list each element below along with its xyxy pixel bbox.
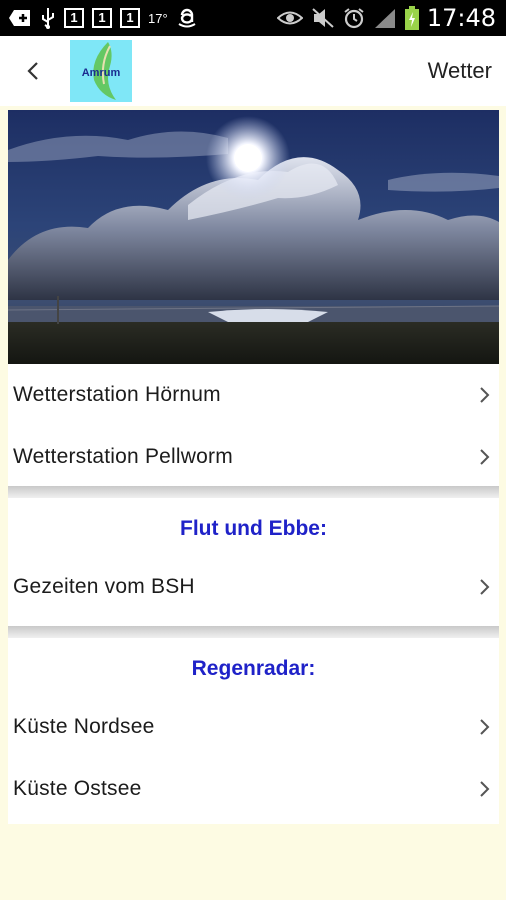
list-item-kueste-ostsee[interactable]: Küste Ostsee (8, 758, 499, 820)
calendar-badge-1: 1 (64, 8, 84, 28)
list-item-label: Küste Ostsee (13, 777, 142, 800)
weather-stations-list: Wetterstation Hörnum Wetterstation Pellw… (8, 364, 499, 486)
battery-charging-icon (404, 6, 419, 30)
section-divider (8, 626, 499, 638)
chevron-right-icon (480, 449, 490, 465)
usb-icon (40, 7, 56, 29)
list-item-gezeiten-bsh[interactable]: Gezeiten vom BSH (8, 556, 499, 618)
calendar-badge-3: 1 (120, 8, 140, 28)
logo-text: Amrum (81, 67, 121, 79)
page-title: Wetter (427, 58, 492, 83)
status-bar: 1 1 1 17° 17:48 (0, 0, 506, 36)
list-item-label: Wetterstation Hörnum (13, 383, 221, 406)
list-item-label: Küste Nordsee (13, 715, 155, 738)
list-item-wetterstation-pellworm[interactable]: Wetterstation Pellworm (8, 426, 499, 488)
list-item-label: Wetterstation Pellworm (13, 445, 233, 468)
chevron-right-icon (480, 781, 490, 797)
notification-icons: 1 1 1 17° (8, 6, 198, 30)
amazon-icon (176, 7, 198, 29)
list-item-wetterstation-hoernum[interactable]: Wetterstation Hörnum (8, 364, 499, 426)
chevron-right-icon (480, 719, 490, 735)
tides-section: Flut und Ebbe: Gezeiten vom BSH (8, 498, 499, 626)
app-logo: Amrum (70, 40, 132, 102)
list-item-kueste-nordsee[interactable]: Küste Nordsee (8, 696, 499, 758)
section-heading-rain-radar: Regenradar: (191, 657, 316, 680)
chevron-left-icon (27, 62, 38, 80)
clock-text: 17:48 (426, 4, 496, 32)
rain-radar-section: Regenradar: Küste Nordsee Küste Ostsee (8, 638, 499, 824)
list-item-label: Gezeiten vom BSH (13, 575, 195, 598)
back-button[interactable] (18, 54, 48, 88)
add-notification-icon (8, 8, 32, 28)
calendar-badge-2: 1 (92, 8, 112, 28)
chevron-right-icon (480, 387, 490, 403)
mute-icon (311, 7, 335, 29)
section-heading-tides: Flut und Ebbe: (180, 517, 327, 540)
signal-icon (373, 7, 397, 29)
section-divider (8, 486, 499, 498)
eye-icon (276, 9, 303, 27)
temperature-text: 17° (148, 10, 168, 26)
chevron-right-icon (480, 579, 490, 595)
system-icons: 17:48 (276, 4, 496, 32)
alarm-icon (343, 7, 365, 29)
hero-image (8, 110, 499, 367)
app-bar: Amrum Wetter (0, 36, 506, 106)
